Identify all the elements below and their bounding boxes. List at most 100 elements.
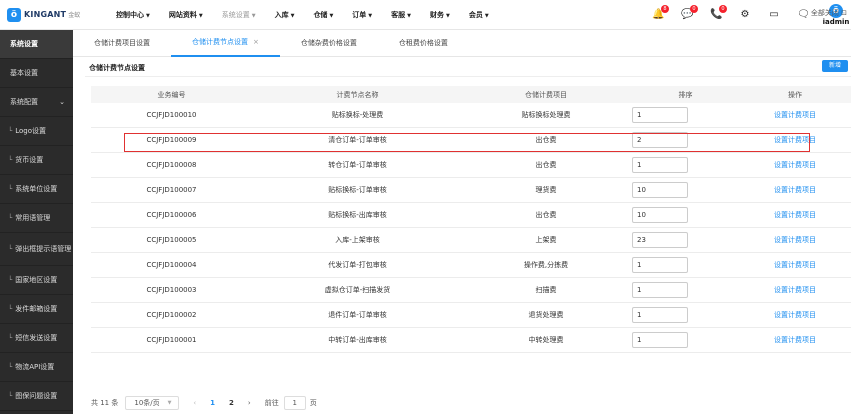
bell-icon[interactable]: 🔔 8 <box>652 5 669 21</box>
action-cell[interactable]: 设置计费项目 <box>739 185 851 195</box>
sort-cell[interactable]: 1 <box>629 107 739 123</box>
action-cell[interactable]: 设置计费项目 <box>739 135 851 145</box>
sort-input[interactable]: 10 <box>632 182 688 198</box>
sort-input[interactable]: 1 <box>632 332 688 348</box>
action-cell[interactable]: 设置计费项目 <box>739 110 851 120</box>
sort-cell[interactable]: 10 <box>629 182 739 198</box>
nav-label: 订单 <box>352 10 367 19</box>
tab-1[interactable]: 仓储计费节点设置 × <box>171 30 280 57</box>
new-button[interactable]: 新增 <box>822 60 848 72</box>
nav-item-0[interactable]: 控制中心 ▼ <box>116 10 150 20</box>
sidebar-item-10[interactable]: └ 物流API设置 <box>0 353 73 382</box>
next-page-icon[interactable]: › <box>248 399 251 407</box>
sort-cell[interactable]: 1 <box>629 332 739 348</box>
billing-item-cell: 退货处理费 <box>528 311 564 319</box>
set-billing-item-link[interactable]: 设置计费项目 <box>774 261 816 269</box>
billing-item-cell: 出仓费 <box>535 211 557 219</box>
tab-label: 仓储计费项目设置 <box>94 39 150 47</box>
tab-2[interactable]: 仓储杂费价格设置 <box>280 30 378 57</box>
nav-label: 会员 <box>468 10 483 19</box>
action-cell[interactable]: 设置计费项目 <box>739 260 851 270</box>
page-size-select[interactable]: 10条/页 ▼ <box>125 396 180 410</box>
settings-icon[interactable]: ⚙ <box>739 9 751 21</box>
node-name-cell: 贴标换标-处理费 <box>331 111 384 119</box>
sort-cell[interactable]: 1 <box>629 157 739 173</box>
billing-item-cell: 理货费 <box>535 186 557 194</box>
table-row: CCJFJD100009 清仓订单-订单审核 出仓费 2 设置计费项目 <box>91 128 851 153</box>
sort-input[interactable]: 1 <box>632 157 688 173</box>
nav-item-4[interactable]: 仓储 ▼ <box>313 10 333 20</box>
message-icon[interactable]: 🗨 <box>797 9 810 21</box>
sidebar-item-11[interactable]: └ 图保问题设置 <box>0 382 73 411</box>
tree-branch-icon: └ <box>8 305 13 313</box>
tab-3[interactable]: 仓租费价格设置 <box>378 30 469 57</box>
sidebar-item-6[interactable]: └ 弹出框提示语管理 <box>0 233 73 266</box>
action-cell[interactable]: 设置计费项目 <box>739 210 851 220</box>
sidebar: 系统设置 基本设置 系统配置 ⌄ └ Logo设置 └ 货币设置 └ 系统单位设置 └ 常用语管理 └… <box>0 30 73 414</box>
sort-input[interactable]: 23 <box>632 232 688 248</box>
sidebar-item-9[interactable]: └ 短信发送设置 <box>0 324 73 353</box>
sort-input[interactable]: 1 <box>632 307 688 323</box>
close-tab-icon[interactable]: × <box>253 38 259 46</box>
sort-cell[interactable]: 1 <box>629 307 739 323</box>
nav-item-7[interactable]: 财务 ▼ <box>430 10 450 20</box>
table-row: CCJFJD100006 贴标换标-出库审核 出仓费 10 设置计费项目 <box>91 203 851 228</box>
phone-icon[interactable]: 📞 0 <box>710 5 727 21</box>
sidebar-item-5[interactable]: └ 常用语管理 <box>0 204 73 233</box>
set-billing-item-link[interactable]: 设置计费项目 <box>774 311 816 319</box>
goto-page-input[interactable]: 1 <box>283 396 306 410</box>
action-cell[interactable]: 设置计费项目 <box>739 160 851 170</box>
sort-input[interactable]: 1 <box>632 257 688 273</box>
billing-item-cell: 操作费,分拣费 <box>523 261 569 269</box>
sort-input[interactable]: 1 <box>632 107 688 123</box>
sort-cell[interactable]: 1 <box>629 257 739 273</box>
page-2[interactable]: 2 <box>229 399 234 407</box>
sidebar-item-2[interactable]: └ Logo设置 <box>0 117 73 146</box>
set-billing-item-link[interactable]: 设置计费项目 <box>774 286 816 294</box>
sidebar-item-0[interactable]: 基本设置 <box>0 59 73 88</box>
sort-cell[interactable]: 23 <box>629 232 739 248</box>
set-billing-item-link[interactable]: 设置计费项目 <box>774 336 816 344</box>
page-1[interactable]: 1 <box>210 399 215 407</box>
nav-item-5[interactable]: 订单 ▼ <box>352 10 372 20</box>
close-all-tabs-button[interactable]: 全部关闭 ⊡ <box>811 8 847 18</box>
tab-0[interactable]: 仓储计费项目设置 <box>73 30 171 57</box>
action-cell[interactable]: 设置计费项目 <box>739 310 851 320</box>
set-billing-item-link[interactable]: 设置计费项目 <box>774 161 816 169</box>
nav-item-6[interactable]: 客服 ▼ <box>391 10 411 20</box>
prev-page-icon[interactable]: ‹ <box>193 399 196 407</box>
action-cell[interactable]: 设置计费项目 <box>739 235 851 245</box>
nav-label: 网站资料 <box>168 10 197 19</box>
sort-cell[interactable]: 10 <box>629 207 739 223</box>
nav-label: 财务 <box>430 10 445 19</box>
chat-icon[interactable]: 💬 0 <box>681 5 698 21</box>
action-cell[interactable]: 设置计费项目 <box>739 335 851 345</box>
sidebar-item-4[interactable]: └ 系统单位设置 <box>0 175 73 204</box>
sidebar-item-8[interactable]: └ 发件邮箱设置 <box>0 295 73 324</box>
sort-input[interactable]: 10 <box>632 207 688 223</box>
nav-item-1[interactable]: 网站资料 ▼ <box>169 10 203 20</box>
sort-cell[interactable]: 1 <box>629 282 739 298</box>
set-billing-item-link[interactable]: 设置计费项目 <box>774 211 816 219</box>
monitor-icon[interactable]: ▭ <box>768 9 780 21</box>
nav-item-3[interactable]: 入库 ▼ <box>275 10 295 20</box>
sort-input[interactable]: 2 <box>632 132 688 148</box>
set-billing-item-link[interactable]: 设置计费项目 <box>774 236 816 244</box>
sidebar-item-label: 弹出框提示语管理 <box>15 244 72 253</box>
brand-logo[interactable]: ö KINGANT 金蚁 <box>0 7 86 22</box>
set-billing-item-link[interactable]: 设置计费项目 <box>774 111 816 119</box>
sidebar-item-3[interactable]: └ 货币设置 <box>0 146 73 175</box>
action-cell[interactable]: 设置计费项目 <box>739 285 851 295</box>
nav-item-8[interactable]: 会员 ▼ <box>469 10 489 20</box>
sidebar-item-1[interactable]: 系统配置 ⌄ <box>0 88 73 117</box>
set-billing-item-link[interactable]: 设置计费项目 <box>774 186 816 194</box>
sidebar-title[interactable]: 系统设置 <box>0 30 73 59</box>
billing-item-cell: 出仓费 <box>535 136 557 144</box>
tree-branch-icon: └ <box>8 334 13 342</box>
sidebar-item-label: 图保问题设置 <box>15 392 58 400</box>
nav-item-2[interactable]: 系统设置 ▼ <box>222 10 256 20</box>
sort-cell[interactable]: 2 <box>629 132 739 148</box>
sidebar-item-7[interactable]: └ 国家地区设置 <box>0 266 73 295</box>
sort-input[interactable]: 1 <box>632 282 688 298</box>
set-billing-item-link[interactable]: 设置计费项目 <box>774 136 816 144</box>
